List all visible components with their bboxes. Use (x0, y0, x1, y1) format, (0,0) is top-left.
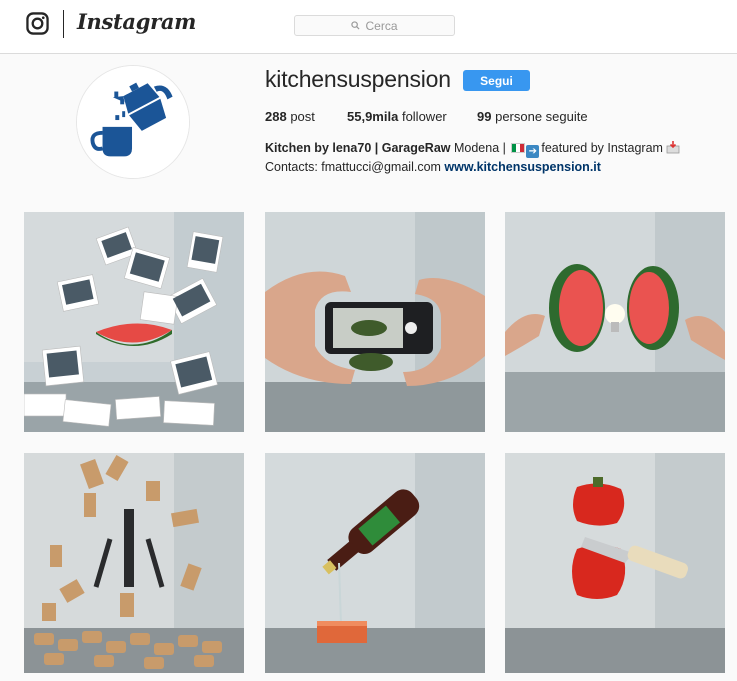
bio-line-2: Contacts: fmattucci@gmail.com www.kitche… (265, 158, 705, 176)
top-navigation-bar: Instagram Cerca (0, 0, 737, 54)
search-input[interactable]: Cerca (294, 15, 455, 36)
post-thumbnail[interactable] (24, 453, 244, 673)
search-placeholder: Cerca (365, 18, 398, 33)
instagram-wordmark-logo[interactable]: Instagram (77, 9, 196, 34)
post-image (24, 212, 244, 432)
post-thumbnail[interactable] (265, 212, 485, 432)
bio-line-1: Kitchen by lena70 | GarageRaw Modena | ➔… (265, 139, 705, 158)
followers-count-stat[interactable]: 55,9mila follower (347, 109, 477, 124)
post-image (505, 453, 725, 673)
profile-bio: Kitchen by lena70 | GarageRaw Modena | ➔… (265, 139, 705, 176)
followers-label: follower (401, 109, 447, 124)
profile-username: kitchensuspension (265, 66, 451, 92)
post-thumbnail[interactable] (505, 453, 725, 673)
bio-website-link[interactable]: www.kitchensuspension.it (444, 160, 601, 174)
post-thumbnail[interactable] (24, 212, 244, 432)
following-count-stat[interactable]: 99 persone seguite (477, 109, 588, 124)
post-image (24, 453, 244, 673)
search-icon (351, 21, 360, 30)
bio-featured: featured by Instagram (541, 141, 663, 155)
follow-button[interactable]: Segui (463, 70, 530, 91)
profile-avatar[interactable] (76, 65, 190, 179)
bio-location: Modena | (450, 141, 510, 155)
post-image (505, 212, 725, 432)
italy-flag-icon (511, 143, 526, 153)
post-image (265, 212, 485, 432)
posts-count-stat: 288 post (265, 109, 347, 124)
bio-name: Kitchen by lena70 | GarageRaw (265, 141, 451, 155)
profile-stats: 288 post 55,9mila follower 99 persone se… (265, 109, 588, 124)
post-thumbnail[interactable] (505, 212, 725, 432)
post-thumbnail[interactable] (265, 453, 485, 673)
inbox-tray-icon (666, 141, 680, 154)
post-image (265, 453, 485, 673)
posts-label: post (290, 109, 315, 124)
following-count: 99 (477, 109, 492, 124)
instagram-camera-icon[interactable] (26, 12, 49, 35)
right-arrow-icon: ➔ (526, 145, 540, 158)
following-label: persone seguite (495, 109, 588, 124)
bio-contacts: Contacts: fmattucci@gmail.com (265, 160, 445, 174)
moka-pot-cup-icon (77, 66, 189, 178)
nav-divider (63, 10, 64, 38)
followers-count: 55,9mila (347, 109, 399, 124)
posts-count: 288 (265, 109, 287, 124)
